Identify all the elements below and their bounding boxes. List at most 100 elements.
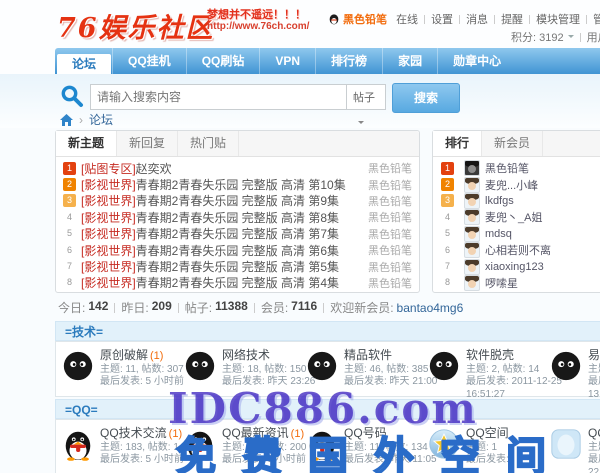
forum-link[interactable]: 易语言交流 — [588, 348, 600, 362]
nav-tab-qq-diamond[interactable]: QQ刷钻 — [186, 48, 260, 74]
tab-hot-posts[interactable]: 热门贴 — [178, 131, 239, 156]
thread-author[interactable]: 黑色铅笔 — [360, 226, 412, 242]
stat-today: 今日:142 — [58, 299, 108, 316]
tab-new-threads[interactable]: 新主题 — [56, 131, 117, 156]
home-icon[interactable] — [60, 114, 73, 126]
section-header-tech[interactable]: =技术= — [55, 321, 600, 341]
thread-category: [影视世界] — [81, 260, 136, 274]
thread-link[interactable]: [影视世界]青春期2青春失乐园 完整版 高清 第9集 — [81, 192, 360, 209]
toolbar-link-settings[interactable]: 设置 — [431, 14, 453, 26]
stat-yesterday: 昨日:209 — [121, 299, 171, 316]
search-scope-select[interactable]: 帖子 — [346, 84, 386, 110]
member-name[interactable]: 黑色铅笔 — [485, 160, 529, 176]
toolbar-link-modules[interactable]: 模块管理 — [536, 14, 580, 26]
forum-link[interactable]: QQ最新资讯 — [222, 426, 289, 440]
member-name[interactable]: 麦兜...小峰 — [485, 177, 538, 193]
member-name[interactable]: 心相若则不离 — [485, 242, 551, 258]
tab-new-replies[interactable]: 新回复 — [117, 131, 178, 156]
qq-penguin-icon[interactable] — [183, 427, 217, 461]
forum-ball-icon[interactable] — [183, 349, 217, 383]
forum-cell: 易语言交流主题: 1最后发表:13:02:4 — [544, 342, 600, 396]
toolbar-link-admin[interactable]: 管理中心 — [593, 14, 600, 26]
forum-link[interactable]: 原创破解 — [100, 348, 148, 362]
stat-posts: 帖子:11388 — [185, 299, 248, 316]
toolbar-link-reminders[interactable]: 提醒 — [501, 14, 523, 26]
thread-author[interactable]: 黑色铅笔 — [360, 275, 412, 291]
member-name[interactable]: lkdfgs — [485, 195, 514, 207]
search-button[interactable]: 搜索 — [392, 83, 460, 113]
thread-title: 青春期2青春失乐园 完整版 高清 第7集 — [136, 227, 339, 241]
thread-author[interactable]: 黑色铅笔 — [360, 242, 412, 258]
rank-number: 5 — [441, 227, 454, 240]
thread-link[interactable]: [影视世界]青春期2青春失乐园 完整版 高清 第5集 — [81, 258, 360, 275]
thread-link[interactable]: [贴图专区]赵奕欢 — [81, 160, 360, 177]
member-name[interactable]: mdsq — [485, 228, 512, 240]
rank-number: 6 — [441, 244, 454, 257]
member-row: 1黑色铅笔 — [433, 160, 600, 176]
search-icon — [60, 84, 84, 108]
tab-ranking[interactable]: 排行 — [433, 131, 482, 156]
nav-tab-forum[interactable]: 论坛 — [57, 54, 111, 74]
thread-link[interactable]: [影视世界]青春期2青春失乐园 完整版 高清 第8集 — [81, 209, 360, 226]
qzone-star-icon[interactable] — [427, 427, 461, 461]
thread-author[interactable]: 黑色铅笔 — [360, 209, 412, 225]
avatar — [464, 209, 480, 225]
nav-tab-vpn[interactable]: VPN — [259, 48, 315, 74]
rank-number: 5 — [63, 227, 76, 240]
forum-ball-icon[interactable] — [305, 349, 339, 383]
toolbar-link-online[interactable]: 在线 — [396, 14, 418, 26]
section-tech-forums: 原创破解(1)主题: 11, 帖数: 307最后发表: 5 小时前 网络技术主题… — [55, 341, 600, 397]
forum-lastpost: 最后发表: — [588, 376, 600, 387]
forum-link[interactable]: 网络技术 — [222, 348, 270, 362]
thread-link[interactable]: [影视世界]青春期2青春失乐园 完整版 高清 第7集 — [81, 225, 360, 242]
nav-tab-ranking[interactable]: 排行榜 — [315, 48, 382, 74]
divider — [494, 15, 495, 24]
section-header-qq[interactable]: =QQ= — [55, 399, 600, 419]
nav-tab-medals[interactable]: 勋章中心 — [437, 48, 516, 74]
qq-penguin-icon[interactable] — [61, 427, 95, 461]
toolbar-link-messages[interactable]: 消息 — [466, 14, 488, 26]
forum-ball-icon[interactable] — [61, 349, 95, 383]
thread-author[interactable]: 黑色铅笔 — [360, 160, 412, 176]
thread-link[interactable]: [影视世界]青春期2青春失乐园 完整版 高清 第10集 — [81, 176, 360, 193]
forum-link[interactable]: 软件脱壳 — [466, 348, 514, 362]
thread-category: [影视世界] — [81, 194, 136, 208]
newest-member-link[interactable]: bantao4mg6 — [397, 301, 464, 315]
search-input[interactable] — [90, 84, 348, 110]
member-name[interactable]: 麦兜丶_A姐 — [485, 209, 542, 225]
forum-stats-bar: 今日:142 昨日:209 帖子:11388 会员:7116 欢迎新会员: ba… — [58, 299, 463, 316]
forum-ball-icon[interactable] — [427, 349, 461, 383]
qq-logo-icon[interactable] — [549, 427, 583, 461]
forum-stats: 主题: 1 — [466, 442, 497, 453]
forum-link[interactable]: QQ号码 — [344, 426, 387, 440]
nav-tab-qq-hangup[interactable]: QQ挂机 — [112, 48, 186, 74]
thread-author[interactable]: 黑色铅笔 — [360, 259, 412, 275]
member-name[interactable]: 啰嗦星 — [485, 275, 518, 291]
breadcrumb-forum-link[interactable]: 论坛 — [89, 111, 113, 128]
divider — [114, 303, 115, 313]
thread-link[interactable]: [影视世界]青春期2青春失乐园 完整版 高清 第6集 — [81, 242, 360, 259]
site-logo[interactable]: 76娱乐社区 — [57, 6, 215, 45]
tab-new-members[interactable]: 新会员 — [482, 131, 543, 156]
thread-author[interactable]: 黑色铅笔 — [360, 193, 412, 209]
forum-ball-icon[interactable] — [549, 349, 583, 383]
thread-category: [影视世界] — [81, 227, 136, 241]
nav-tab-home[interactable]: 家园 — [382, 48, 437, 74]
username-link[interactable]: 黑色铅笔 — [343, 14, 387, 26]
thread-author[interactable]: 黑色铅笔 — [360, 177, 412, 193]
thread-row: 6[影视世界]青春期2青春失乐园 完整版 高清 第6集黑色铅笔 — [56, 242, 419, 258]
forum-stats: 主题: 11, 帖数: 307 — [100, 364, 184, 375]
forum-link[interactable]: QQ图标 — [588, 426, 600, 440]
forum-link[interactable]: 精品软件 — [344, 348, 392, 362]
credit-dropdown[interactable]: 积分: 3192 — [511, 32, 564, 44]
thread-link[interactable]: [影视世界]青春期2青春失乐园 完整版 高清 第4集 — [81, 274, 360, 291]
qq-penguin-icon[interactable] — [305, 427, 339, 461]
forum-stats: 主题: 46, 帖数: 385 — [344, 364, 428, 375]
avatar — [464, 193, 480, 209]
forum-link[interactable]: QQ空间 — [466, 426, 509, 440]
member-name[interactable]: xiaoxing123 — [485, 261, 544, 273]
member-row: 7xiaoxing123 — [433, 258, 600, 274]
qq-icon — [328, 13, 340, 25]
forum-link[interactable]: QQ技术交流 — [100, 426, 167, 440]
usergroup-link[interactable]: 用户组 — [587, 32, 600, 44]
